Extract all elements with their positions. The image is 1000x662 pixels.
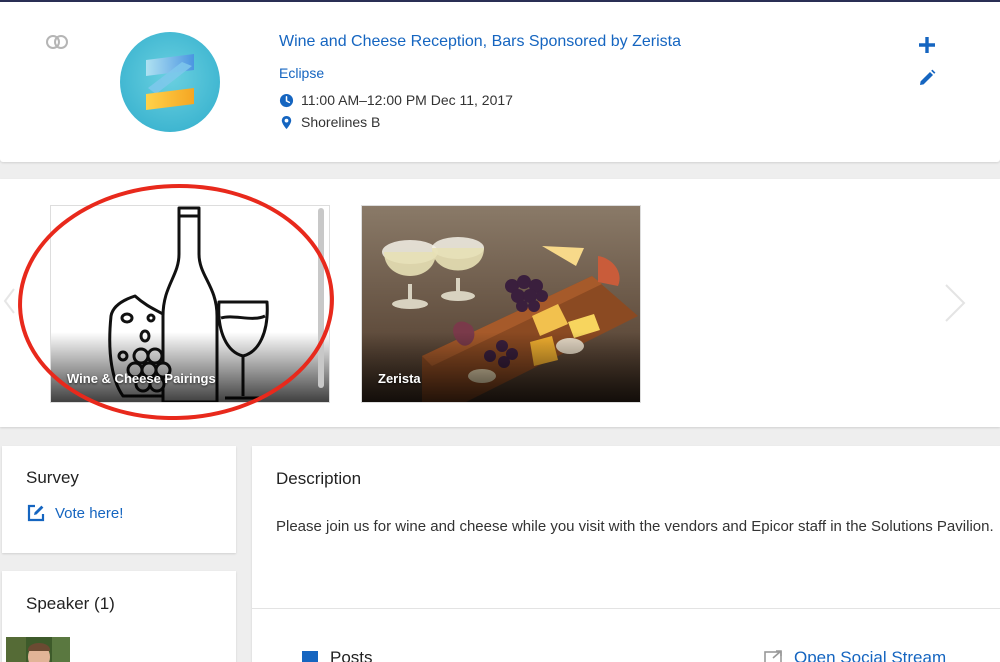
event-location-text: Shorelines B	[301, 114, 381, 130]
location-pin-icon	[281, 115, 292, 129]
description-heading: Description	[276, 469, 362, 488]
carousel-item-zerista[interactable]: Zerista	[361, 205, 641, 403]
speaker-card: Speaker (1)	[2, 571, 236, 662]
plus-icon[interactable]	[916, 34, 938, 56]
survey-card: Survey Vote here!	[2, 446, 236, 553]
event-logo	[120, 32, 220, 132]
speaker-photo[interactable]	[6, 637, 70, 662]
posts-section: Posts	[300, 648, 373, 662]
speaker-heading: Speaker (1)	[26, 594, 115, 613]
chat-bubble-icon	[302, 651, 318, 662]
event-time-text: 11:00 AM–12:00 PM Dec 11, 2017	[301, 92, 513, 108]
description-card: Description Please join us for wine and …	[252, 446, 1000, 662]
chevron-right-icon[interactable]	[942, 283, 968, 323]
edit-square-icon	[27, 504, 45, 522]
event-track-link[interactable]: Eclipse	[279, 65, 324, 81]
clock-icon	[279, 93, 294, 107]
carousel-item-label: Zerista	[378, 371, 421, 386]
open-social-stream-link[interactable]: Open Social Stream	[764, 648, 946, 662]
event-header-card: Wine and Cheese Reception, Bars Sponsore…	[0, 2, 1000, 162]
divider	[252, 608, 1000, 609]
event-location: Shorelines B	[279, 114, 380, 130]
rings-icon[interactable]	[44, 34, 70, 50]
survey-heading: Survey	[26, 468, 79, 487]
vote-link[interactable]: Vote here!	[26, 503, 123, 523]
chevron-left-icon[interactable]	[2, 287, 16, 315]
description-text: Please join us for wine and cheese while…	[276, 518, 994, 535]
open-social-stream-label: Open Social Stream	[794, 648, 947, 662]
event-time: 11:00 AM–12:00 PM Dec 11, 2017	[279, 92, 513, 108]
tile-gradient	[362, 332, 640, 402]
external-link-icon	[764, 650, 782, 662]
vote-link-label: Vote here!	[55, 504, 124, 522]
event-title-link[interactable]: Wine and Cheese Reception, Bars Sponsore…	[279, 33, 681, 51]
posts-label: Posts	[330, 648, 373, 662]
pencil-icon[interactable]	[917, 68, 937, 88]
